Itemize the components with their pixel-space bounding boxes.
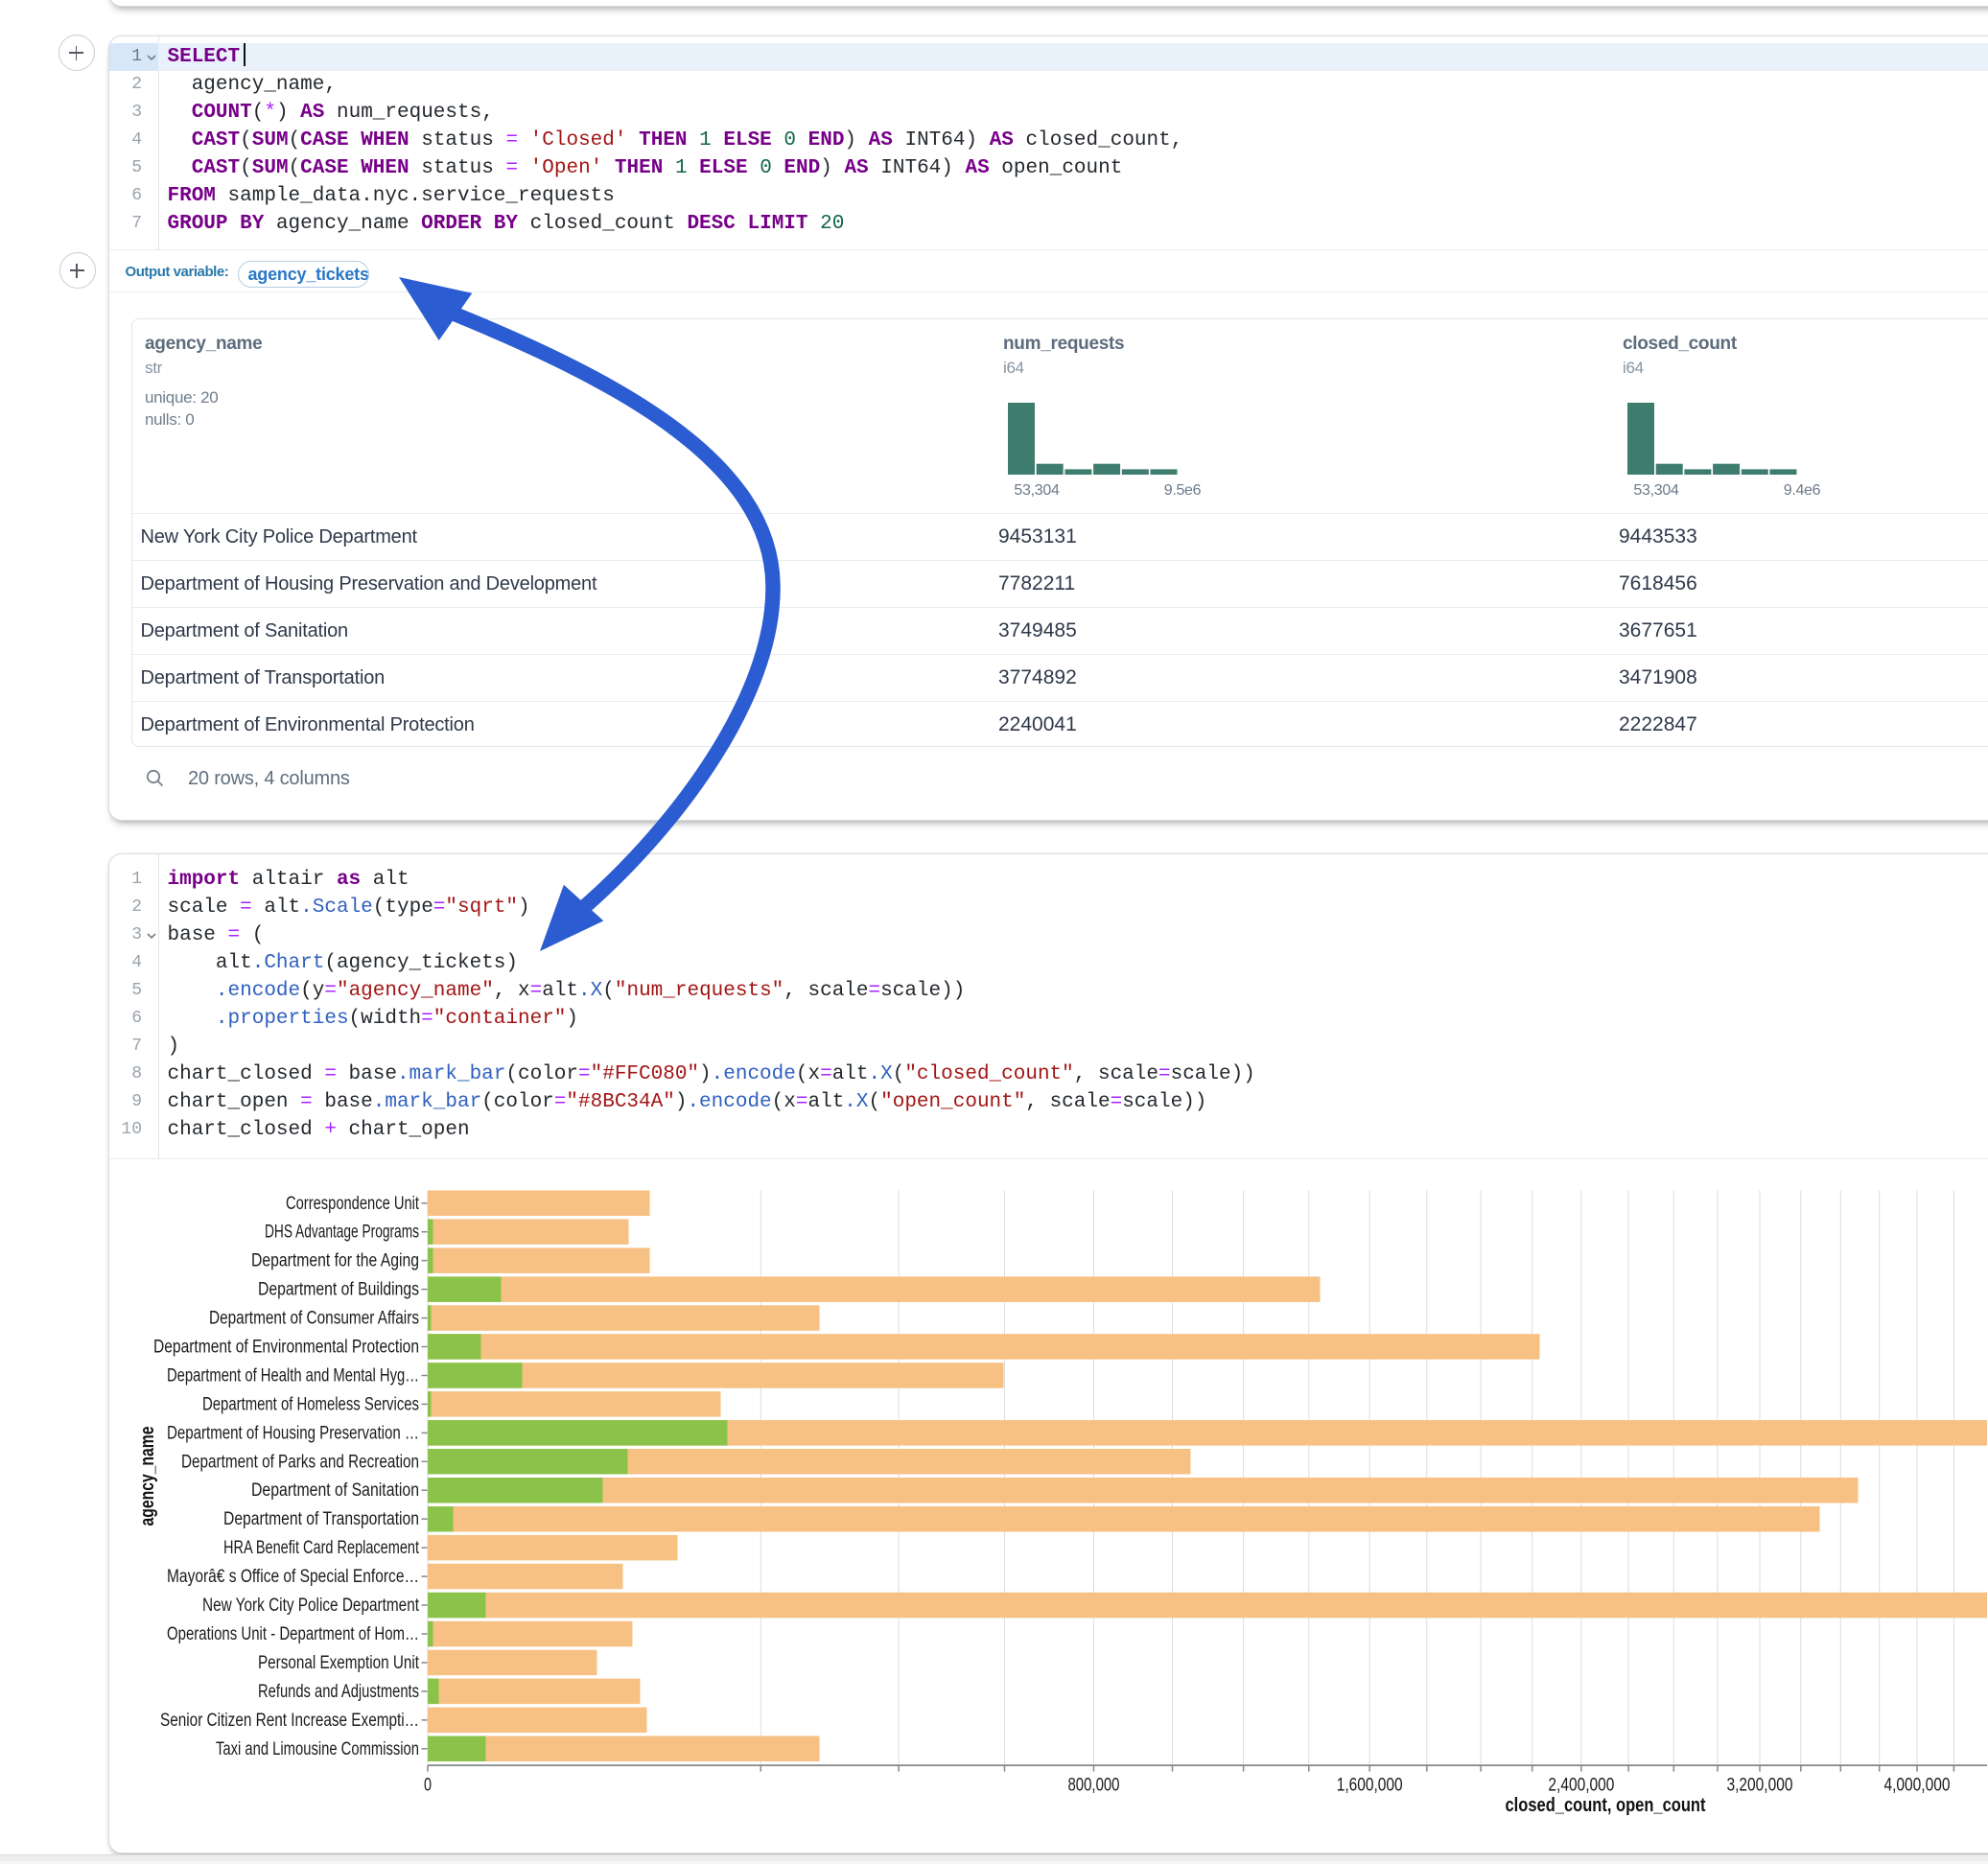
svg-text:closed_count, open_count: closed_count, open_count — [1506, 1795, 1706, 1816]
svg-text:Senior Citizen Rent Increase E: Senior Citizen Rent Increase Exempti… — [160, 1711, 419, 1731]
svg-text:Department for the Aging: Department for the Aging — [251, 1251, 419, 1271]
svg-text:Mayorâ€ s Office of Special En: Mayorâ€ s Office of Special Enforce… — [167, 1567, 419, 1587]
svg-text:DHS Advantage Programs: DHS Advantage Programs — [265, 1223, 419, 1243]
svg-text:2,400,000: 2,400,000 — [1548, 1776, 1614, 1796]
svg-text:Department of Homeless Service: Department of Homeless Services — [202, 1394, 419, 1414]
svg-text:1,600,000: 1,600,000 — [1337, 1776, 1403, 1796]
svg-text:Refunds and Adjustments: Refunds and Adjustments — [258, 1682, 419, 1702]
svg-text:Department of Buildings: Department of Buildings — [258, 1280, 419, 1300]
svg-text:Department of Health and Menta: Department of Health and Mental Hyg… — [167, 1366, 419, 1386]
svg-text:Department of Parks and Recrea: Department of Parks and Recreation — [181, 1452, 419, 1472]
svg-text:Department of Sanitation: Department of Sanitation — [251, 1480, 419, 1501]
svg-text:Department of Housing Preserva: Department of Housing Preservation … — [167, 1423, 419, 1443]
svg-text:Department of Consumer Affairs: Department of Consumer Affairs — [209, 1309, 419, 1329]
svg-text:Personal Exemption Unit: Personal Exemption Unit — [258, 1653, 420, 1673]
svg-text:Department of Environmental Pr: Department of Environmental Protection — [153, 1338, 419, 1358]
svg-text:3,200,000: 3,200,000 — [1727, 1776, 1793, 1796]
svg-text:Correspondence Unit: Correspondence Unit — [286, 1194, 420, 1214]
svg-text:4,000,000: 4,000,000 — [1884, 1776, 1951, 1796]
svg-text:Taxi and Limousine Commission: Taxi and Limousine Commission — [216, 1739, 419, 1759]
svg-text:0: 0 — [424, 1776, 432, 1796]
svg-text:800,000: 800,000 — [1068, 1776, 1120, 1796]
svg-text:HRA Benefit Card Replacement: HRA Benefit Card Replacement — [223, 1538, 420, 1558]
svg-text:Department of Transportation: Department of Transportation — [223, 1509, 419, 1529]
svg-text:Operations Unit - Department o: Operations Unit - Department of Hom… — [167, 1624, 419, 1644]
svg-text:New York City Police Departmen: New York City Police Department — [202, 1596, 420, 1616]
svg-text:agency_name: agency_name — [137, 1427, 158, 1526]
